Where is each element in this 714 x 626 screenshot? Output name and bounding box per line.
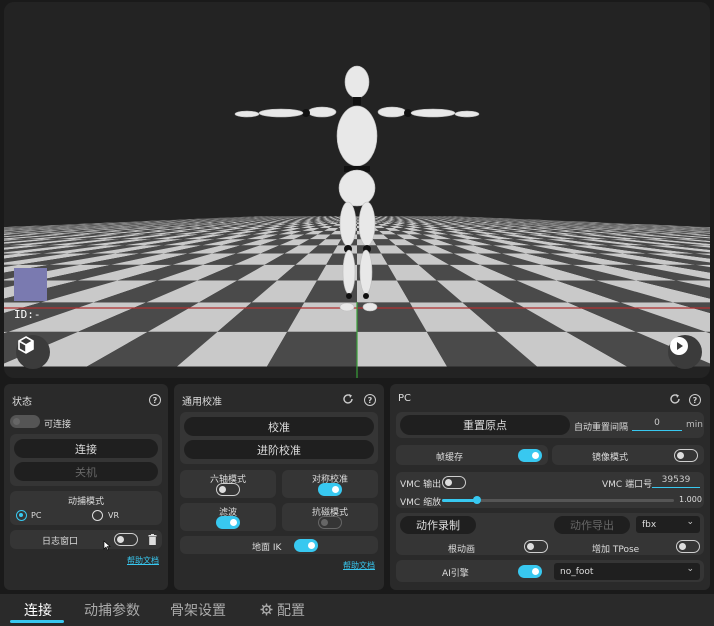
ground-ik-row: 地面 IK <box>180 536 378 554</box>
ground-ik-label: 地面 IK <box>252 543 282 553</box>
help-doc-link[interactable]: 帮助文档 <box>343 560 375 571</box>
frame-cache-toggle[interactable] <box>518 449 542 462</box>
record-button[interactable]: 动作录制 <box>400 516 476 534</box>
six-axis-toggle[interactable] <box>216 483 240 496</box>
calibrate-button[interactable]: 校准 <box>184 417 374 436</box>
tab-config[interactable]: 配置 <box>277 600 305 620</box>
auto-reset-unit: min <box>686 420 703 430</box>
mode-radio-pc[interactable] <box>16 510 27 521</box>
connect-button[interactable]: 连接 <box>14 439 158 458</box>
calibration-panel: 通用校准 ? 校准 进阶校准 六轴模式 对称校准 滤波 抗磁模式 地面 IK 帮… <box>174 384 384 590</box>
frame-cache-row: 帧缓存 <box>396 445 548 465</box>
shutdown-button[interactable]: 关机 <box>14 462 158 481</box>
symmetric-toggle[interactable] <box>318 483 342 496</box>
tab-skeleton-settings[interactable]: 骨架设置 <box>170 600 226 620</box>
filter-toggle[interactable] <box>216 516 240 529</box>
mocap-mode-group: 动捕模式 PC VR <box>10 491 162 525</box>
refresh-icon[interactable] <box>669 393 681 405</box>
status-panel: 状态 ? 可连接 连接 关机 动捕模式 PC VR 日志窗口 帮助文档 <box>4 384 168 590</box>
advanced-calibrate-button[interactable]: 进阶校准 <box>184 440 374 459</box>
anti-magnetic-cell: 抗磁模式 <box>282 503 378 531</box>
ai-engine-row: AI引擎 no_foot ⌄ <box>396 560 704 582</box>
pc-panel-title: PC <box>398 393 412 404</box>
ground-ik-toggle[interactable] <box>294 539 318 552</box>
reset-origin-row: 重置原点 自动重置间隔 0 min <box>396 412 704 438</box>
chevron-down-icon: ⌄ <box>686 517 694 527</box>
vmc-output-label: VMC 输出 <box>400 480 442 490</box>
mode-label-pc: PC <box>31 511 42 520</box>
mode-radio-vr[interactable] <box>92 510 103 521</box>
refresh-icon[interactable] <box>342 393 354 405</box>
device-color-swatch <box>14 268 47 301</box>
chevron-down-icon: ⌄ <box>686 564 694 574</box>
help-icon[interactable]: ? <box>364 394 376 406</box>
ai-engine-value: no_foot <box>560 566 594 577</box>
help-icon[interactable]: ? <box>689 394 701 406</box>
pc-panel: PC ? 重置原点 自动重置间隔 0 min 帧缓存 镜像模式 VMC 输出 V… <box>390 384 710 590</box>
bottom-tab-bar: 连接 动捕参数 骨架设置 配置 <box>0 594 714 626</box>
connectable-indicator <box>10 415 40 428</box>
log-window-label: 日志窗口 <box>42 537 79 547</box>
auto-reset-input[interactable]: 0 <box>632 418 682 431</box>
floor-grid <box>4 2 710 378</box>
cube-icon <box>18 336 34 354</box>
help-doc-link[interactable]: 帮助文档 <box>127 555 159 566</box>
tab-mocap-params[interactable]: 动捕参数 <box>84 600 140 620</box>
mirror-mode-toggle[interactable] <box>674 449 698 462</box>
vmc-scale-track[interactable] <box>442 496 674 504</box>
vmc-scale-handle[interactable] <box>472 496 481 504</box>
tab-connect[interactable]: 连接 <box>24 600 52 620</box>
device-id-label: ID:- <box>14 308 41 321</box>
add-tpose-toggle[interactable] <box>676 540 700 553</box>
mirror-mode-label: 镜像模式 <box>592 453 629 463</box>
status-panel-title: 状态 <box>12 397 32 408</box>
root-motion-label: 根动画 <box>448 545 476 555</box>
play-icon <box>670 337 688 355</box>
calibrate-group: 校准 进阶校准 <box>180 412 378 464</box>
vmc-group: VMC 输出 VMC 端口号 39539 VMC 缩放 1.000 <box>396 472 704 508</box>
mirror-mode-row: 镜像模式 <box>552 445 704 465</box>
six-axis-cell: 六轴模式 <box>180 470 276 498</box>
viewport-3d[interactable]: ID:- <box>4 2 710 378</box>
record-group: 动作录制 动作导出 fbx ⌄ 根动画 增加 TPose <box>396 513 704 555</box>
view-mode-button[interactable] <box>16 335 50 369</box>
log-window-toggle[interactable] <box>114 533 138 546</box>
trash-icon[interactable] <box>148 534 157 545</box>
gear-icon <box>260 603 273 616</box>
connectable-label: 可连接 <box>44 420 72 430</box>
ai-engine-label: AI引擎 <box>442 569 469 579</box>
play-button[interactable] <box>668 335 702 369</box>
mocap-mode-title: 动捕模式 <box>67 497 104 507</box>
vmc-scale-label: VMC 缩放 <box>400 498 442 508</box>
root-motion-toggle[interactable] <box>524 540 548 553</box>
export-button[interactable]: 动作导出 <box>554 516 630 534</box>
add-tpose-label: 增加 TPose <box>592 545 640 555</box>
vmc-output-toggle[interactable] <box>442 476 466 489</box>
mouse-cursor-icon <box>103 540 111 551</box>
export-format-value: fbx <box>642 519 657 530</box>
mode-label-vr: VR <box>108 511 120 520</box>
frame-cache-label: 帧缓存 <box>436 453 464 463</box>
vmc-scale-value: 1.000 <box>679 495 702 504</box>
help-icon[interactable]: ? <box>149 394 161 406</box>
auto-reset-label: 自动重置间隔 <box>574 423 629 433</box>
active-tab-indicator <box>10 620 64 623</box>
export-format-select[interactable]: fbx ⌄ <box>636 516 700 533</box>
vmc-port-label: VMC 端口号 <box>602 480 653 490</box>
vmc-scale-fill <box>442 499 477 502</box>
ai-engine-toggle[interactable] <box>518 565 542 578</box>
calibration-panel-title: 通用校准 <box>182 397 222 408</box>
filter-cell: 滤波 <box>180 503 276 531</box>
symmetric-cell: 对称校准 <box>282 470 378 498</box>
reset-origin-button[interactable]: 重置原点 <box>400 415 570 435</box>
vmc-port-input[interactable]: 39539 <box>652 475 700 488</box>
anti-magnetic-toggle[interactable] <box>318 516 342 529</box>
connect-group: 连接 关机 <box>10 434 162 486</box>
log-window-row: 日志窗口 <box>10 530 162 549</box>
ai-engine-select[interactable]: no_foot ⌄ <box>554 563 700 580</box>
